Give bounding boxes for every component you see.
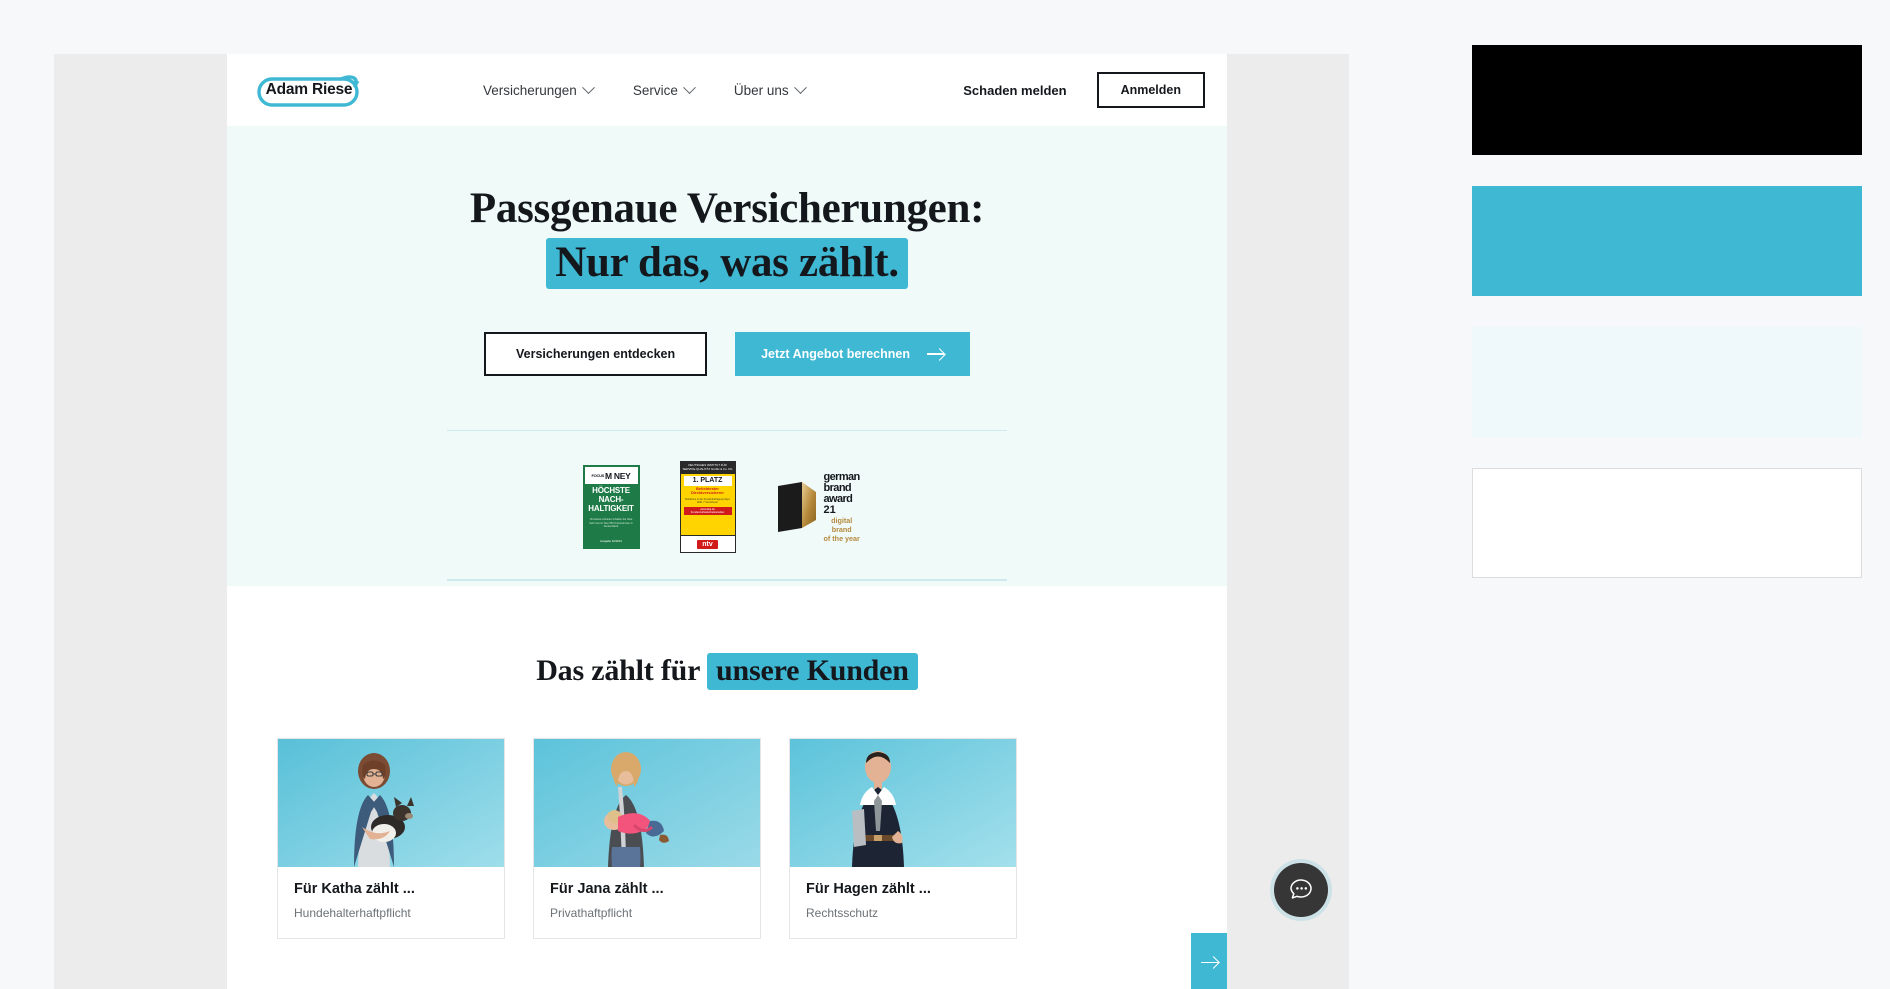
login-button[interactable]: Anmelden: [1096, 72, 1205, 108]
calculate-quote-button[interactable]: Jetzt Angebot berechnen: [735, 331, 970, 376]
focus-money-title-line3: HALTIGKEIT: [588, 504, 634, 514]
site-header: Adam Riese Versicherungen Service Über u…: [227, 54, 1227, 126]
primary-nav: Versicherungen Service Über uns: [483, 80, 807, 98]
customers-title-plain: Das zählt für: [536, 654, 708, 687]
customer-name: Für Hagen zählt ...: [806, 881, 931, 897]
nav-item-label: Service: [632, 82, 678, 98]
man-in-suit-photo: [790, 739, 1016, 867]
focus-money-main: M NEY: [605, 470, 631, 481]
brand-logo[interactable]: Adam Riese: [255, 70, 363, 110]
man-in-suit-figure: [790, 739, 1016, 867]
ntv-logo: ntv: [697, 539, 718, 549]
chevron-down-icon: [682, 80, 696, 94]
customer-card-body: Für Katha zählt ... Hundehalterhaftpflic…: [278, 867, 504, 938]
nav-item-label: Über uns: [733, 82, 789, 98]
customer-name: Für Jana zählt ...: [550, 881, 664, 897]
disq-strip: www.disq.de Kundenzufriedenheitsstudien: [683, 506, 732, 515]
left-gutter: [54, 54, 227, 989]
color-swatch-white: [1472, 468, 1862, 578]
nav-item-label: Versicherungen: [483, 82, 577, 98]
focus-money-issue: Ausgabe 42/2021: [600, 539, 622, 544]
customer-cards-row: Für Katha zählt ... Hundehalterhaftpflic…: [227, 738, 1227, 939]
customers-title: Das zählt für unsere Kunden: [227, 653, 1227, 690]
focus-money-publisher: FOCUS M NEY: [584, 467, 638, 485]
color-swatch-black: [1472, 45, 1862, 155]
disq-media-partner: ntv: [680, 535, 735, 553]
browser-viewport: Adam Riese Versicherungen Service Über u…: [54, 54, 1349, 989]
chat-fab-button[interactable]: [1274, 863, 1328, 917]
focus-money-title: HÖCHSTE NACH- HALTIGKEIT: [585, 484, 638, 516]
woman-with-dog-photo: [278, 739, 504, 867]
right-gutter: [1227, 54, 1349, 989]
awards-divider-bottom: [447, 579, 1007, 581]
customers-section: Das zählt für unsere Kunden Für Katha zä…: [227, 586, 1227, 989]
awards-block: FOCUS M NEY HÖCHSTE NACH- HALTIGKEIT 18 w…: [447, 429, 1007, 581]
disq-category: Beliebtester Direktversicherer: [691, 485, 724, 496]
customer-card-body: Für Hagen zählt ... Rechtsschutz: [790, 867, 1016, 938]
arrow-right-icon: [926, 348, 944, 359]
woman-with-dog-figure: [278, 739, 504, 867]
hero-headline-line1: Passgenaue Versicherungen:: [469, 185, 985, 232]
discover-insurances-button[interactable]: Versicherungen entdecken: [484, 331, 708, 376]
disq-award-badge: DEUTSCHES INSTITUT FÜR SERVICE-QUALITÄT …: [679, 461, 736, 554]
customer-product: Rechtsschutz: [806, 906, 879, 920]
arrow-right-icon: [1200, 957, 1218, 968]
color-swatch-teal: [1472, 186, 1862, 296]
disq-place: 1. PLATZ: [683, 475, 732, 486]
hero-headline-line2: Nur das, was zählt.: [227, 237, 1227, 289]
carousel-next-button[interactable]: [1191, 933, 1227, 989]
gba-subtitle-line1: digital: [831, 515, 853, 525]
customers-title-highlight: unsere Kunden: [707, 653, 918, 690]
page-canvas: Adam Riese Versicherungen Service Über u…: [227, 54, 1227, 989]
nav-item-versicherungen[interactable]: Versicherungen: [483, 80, 595, 98]
header-actions: Schaden melden Anmelden: [963, 72, 1205, 108]
customer-product: Hundehalterhaftpflicht: [294, 906, 411, 920]
customer-card[interactable]: Für Katha zählt ... Hundehalterhaftpflic…: [277, 738, 505, 939]
disq-fine-print: Teilnahme in der Kundenbefragung Sept. 2…: [684, 498, 731, 505]
disq-body: 1. PLATZ Beliebtester Direktversicherer …: [680, 473, 735, 536]
gba-subtitle-line3: of the year: [823, 533, 860, 543]
disq-institute: DEUTSCHES INSTITUT FÜR SERVICE-QUALITÄT …: [680, 462, 735, 474]
chevron-down-icon: [581, 80, 595, 94]
focus-money-fine-print: 18 weitere Anbieter erhalten die Note Se…: [589, 518, 633, 529]
awards-row: FOCUS M NEY HÖCHSTE NACH- HALTIGKEIT 18 w…: [447, 431, 1007, 579]
gba-text: german brand award 21 digital brand of t…: [823, 471, 861, 543]
chevron-down-icon: [793, 80, 807, 94]
nav-item-ueber-uns[interactable]: Über uns: [733, 80, 807, 98]
woman-with-baby-photo: [534, 739, 760, 867]
woman-with-baby-figure: [534, 739, 760, 867]
german-brand-award-badge: german brand award 21 digital brand of t…: [776, 471, 872, 542]
customer-product: Privathaftpflicht: [550, 906, 633, 920]
hero-headline: Passgenaue Versicherungen: Nur das, was …: [227, 184, 1227, 289]
gba-trophy-icon: [777, 482, 816, 533]
gba-year: 21: [823, 503, 836, 516]
nav-item-service[interactable]: Service: [632, 80, 696, 98]
focus-money-award-badge: FOCUS M NEY HÖCHSTE NACH- HALTIGKEIT 18 w…: [582, 465, 640, 550]
chat-bubble-icon: [1290, 879, 1312, 899]
gba-subtitle-line2: brand: [831, 524, 852, 534]
calculate-quote-label: Jetzt Angebot berechnen: [761, 346, 910, 361]
customer-card[interactable]: Für Hagen zählt ... Rechtsschutz: [789, 738, 1017, 939]
color-palette-panel: [1472, 45, 1862, 609]
hero-cta-group: Versicherungen entdecken Jetzt Angebot b…: [227, 331, 1227, 376]
customer-name: Für Katha zählt ...: [294, 881, 415, 897]
focus-money-prefix: FOCUS: [591, 473, 605, 479]
customer-card[interactable]: Für Jana zählt ... Privathaftpflicht: [533, 738, 761, 939]
hero-headline-highlight: Nur das, was zählt.: [546, 237, 908, 289]
customer-card-body: Für Jana zählt ... Privathaftpflicht: [534, 867, 760, 938]
brand-logo-text: Adam Riese: [265, 81, 353, 98]
color-swatch-pale-blue: [1472, 327, 1862, 437]
report-claim-link[interactable]: Schaden melden: [963, 83, 1066, 98]
hero-section: Passgenaue Versicherungen: Nur das, was …: [227, 126, 1227, 586]
